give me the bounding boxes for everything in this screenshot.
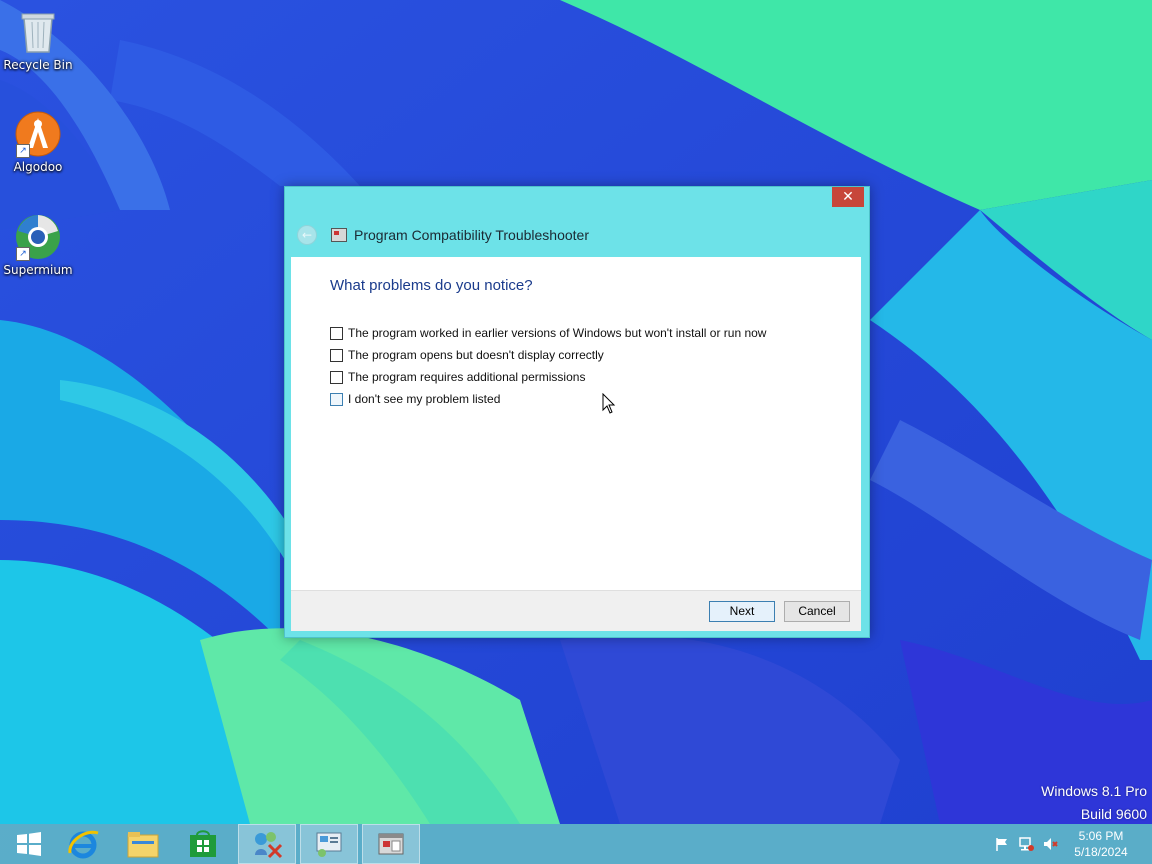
taskbar-clock[interactable]: 5:06 PM 5/18/2024 [1066, 828, 1136, 860]
checkbox[interactable] [330, 348, 343, 362]
shortcut-arrow-icon: ↗ [16, 144, 30, 158]
compatibility-troubleshooter-icon [378, 833, 404, 855]
option-not-listed[interactable]: I don't see my problem listed [330, 390, 500, 408]
start-button[interactable] [0, 824, 58, 864]
option-label: I don't see my problem listed [348, 392, 501, 406]
desktop-icon-label: Supermium [3, 263, 73, 277]
taskbar-compatibility-troubleshooter[interactable] [362, 824, 420, 864]
algodoo-icon: ↗ [14, 110, 62, 158]
troubleshooter-icon [331, 228, 347, 242]
supermium-icon: ↗ [14, 213, 62, 261]
system-tray: 5:06 PM 5/18/2024 [992, 824, 1152, 864]
windows-watermark: Windows 8.1 Pro Build 9600 [1041, 780, 1147, 826]
option-earlier-versions[interactable]: The program worked in earlier versions o… [330, 324, 766, 342]
clock-date: 5/18/2024 [1074, 845, 1128, 859]
shortcut-arrow-icon: ↗ [16, 247, 30, 261]
watermark-edition: Windows 8.1 Pro [1041, 783, 1147, 799]
dialog-title: Program Compatibility Troubleshooter [354, 227, 589, 243]
cancel-button[interactable]: Cancel [784, 601, 850, 622]
taskbar: 5:06 PM 5/18/2024 [0, 824, 1152, 864]
desktop-icon-supermium[interactable]: ↗ Supermium [0, 213, 76, 277]
mouse-cursor-icon [602, 393, 616, 414]
clock-time: 5:06 PM [1078, 829, 1124, 843]
option-additional-permissions[interactable]: The program requires additional permissi… [330, 368, 585, 386]
desktop: Recycle Bin ↗ Algodoo ↗ Supermium ✕ ← Pr… [0, 0, 1152, 864]
network-troubleshooter-icon [255, 832, 283, 859]
network-icon[interactable] [1018, 836, 1034, 852]
option-label: The program opens but doesn't display co… [348, 348, 604, 362]
taskbar-control-panel[interactable] [300, 824, 358, 864]
taskbar-network-troubleshooter[interactable] [238, 824, 296, 864]
start-icon [17, 832, 41, 856]
next-button[interactable]: Next [709, 601, 775, 622]
option-label: The program worked in earlier versions o… [348, 326, 767, 340]
action-center-flag-icon[interactable] [994, 836, 1010, 852]
taskbar-file-explorer[interactable] [114, 824, 172, 864]
recycle-bin-icon [14, 8, 62, 56]
taskbar-internet-explorer[interactable] [54, 824, 112, 864]
checkbox[interactable] [330, 326, 343, 340]
button-bar: Next Cancel [291, 590, 861, 631]
close-button[interactable]: ✕ [832, 187, 864, 207]
troubleshooter-dialog: ✕ ← Program Compatibility Troubleshooter… [284, 186, 870, 638]
back-arrow-icon[interactable]: ← [297, 225, 317, 245]
desktop-icon-label: Recycle Bin [3, 58, 73, 72]
store-icon [190, 830, 216, 857]
taskbar-store[interactable] [174, 824, 232, 864]
dialog-content: What problems do you notice? The program… [291, 257, 861, 590]
file-explorer-icon [127, 832, 159, 858]
volume-muted-icon[interactable] [1042, 836, 1058, 852]
control-panel-icon [316, 832, 342, 857]
option-label: The program requires additional permissi… [348, 370, 586, 384]
checkbox[interactable] [330, 392, 343, 406]
question-heading: What problems do you notice? [330, 277, 533, 294]
internet-explorer-icon [68, 830, 99, 859]
watermark-build: Build 9600 [1080, 806, 1147, 822]
desktop-icon-recycle-bin[interactable]: Recycle Bin [0, 8, 76, 72]
desktop-icon-label: Algodoo [13, 160, 63, 174]
desktop-icon-algodoo[interactable]: ↗ Algodoo [0, 110, 76, 174]
dialog-header: ← Program Compatibility Troubleshooter [297, 223, 857, 247]
checkbox[interactable] [330, 370, 343, 384]
option-display-incorrectly[interactable]: The program opens but doesn't display co… [330, 346, 604, 364]
